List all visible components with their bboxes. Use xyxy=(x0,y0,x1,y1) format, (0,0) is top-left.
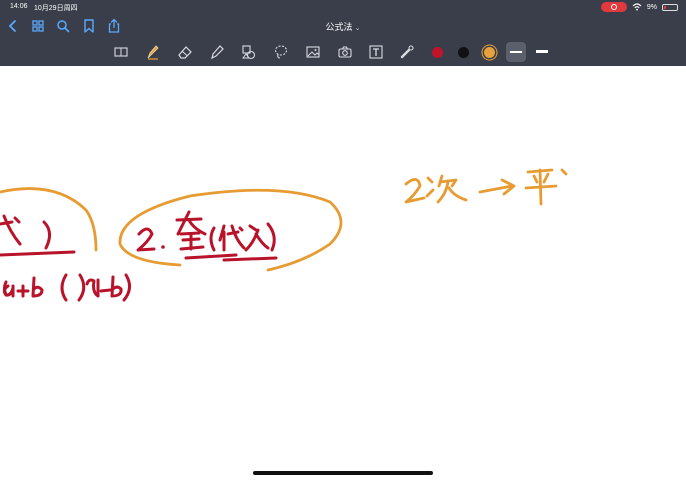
red-digit-2 xyxy=(136,227,156,252)
battery-icon xyxy=(662,3,678,11)
color-red-swatch[interactable] xyxy=(432,47,443,58)
red-expression-a-minus-b xyxy=(85,273,131,302)
red-expression-a-plus-b xyxy=(2,276,44,298)
note-canvas[interactable] xyxy=(0,66,686,480)
red-dot xyxy=(161,245,165,249)
red-fragment-shi xyxy=(0,214,22,246)
orange-loop-center xyxy=(118,188,343,272)
red-paren-close-2 xyxy=(266,222,276,252)
pen-icon[interactable] xyxy=(144,43,162,61)
shapes-icon[interactable] xyxy=(240,43,258,61)
red-char-ru xyxy=(244,224,270,252)
wifi-icon xyxy=(632,3,642,11)
stroke-width-thin-button[interactable] xyxy=(506,42,526,62)
orange-char-qian xyxy=(436,174,468,204)
orange-tick-mark xyxy=(560,168,568,176)
red-parens-1 xyxy=(60,273,86,302)
status-right: 9% xyxy=(600,2,678,12)
status-bar: 14:06 10月29日周四 9% xyxy=(0,0,686,14)
red-underline-left xyxy=(0,250,76,257)
text-icon[interactable] xyxy=(367,43,385,61)
red-paren-open-2 xyxy=(209,226,216,252)
camera-icon[interactable] xyxy=(336,43,354,61)
top-bar: 14:06 10月29日周四 9% 公式法 ⌄ xyxy=(0,0,686,66)
red-underline-dairu xyxy=(222,256,278,262)
nav-row: 公式法 ⌄ xyxy=(0,14,686,38)
document-title-text: 公式法 xyxy=(325,22,353,32)
status-date: 10月29日周四 xyxy=(34,5,78,12)
color-black-swatch[interactable] xyxy=(458,47,469,58)
orange-digit-2 xyxy=(404,178,426,204)
eraser-icon[interactable] xyxy=(176,43,194,61)
orange-arrow xyxy=(478,178,516,196)
home-indicator[interactable] xyxy=(253,471,433,475)
chevron-down-icon: ⌄ xyxy=(354,25,361,32)
red-paren-close xyxy=(42,220,51,250)
orange-radical-ci xyxy=(425,176,435,198)
red-char-tao xyxy=(175,210,207,251)
laser-icon[interactable] xyxy=(398,43,416,61)
screen-record-icon[interactable] xyxy=(600,2,627,12)
lasso-icon[interactable] xyxy=(272,43,290,61)
orange-char-ping xyxy=(524,168,558,206)
document-title[interactable]: 公式法 ⌄ xyxy=(0,20,686,33)
stroke-width-thick-button[interactable] xyxy=(532,42,552,62)
color-orange-swatch[interactable] xyxy=(484,47,495,58)
highlighter-icon[interactable] xyxy=(208,43,226,61)
status-time: 14:06 xyxy=(10,3,28,10)
reader-icon[interactable] xyxy=(112,43,130,61)
handwriting-layer xyxy=(0,168,568,302)
tool-row xyxy=(0,38,686,66)
battery-percent: 9% xyxy=(646,3,657,11)
red-underline-tao xyxy=(184,253,238,260)
red-char-dai xyxy=(218,224,246,252)
image-icon[interactable] xyxy=(304,43,322,61)
